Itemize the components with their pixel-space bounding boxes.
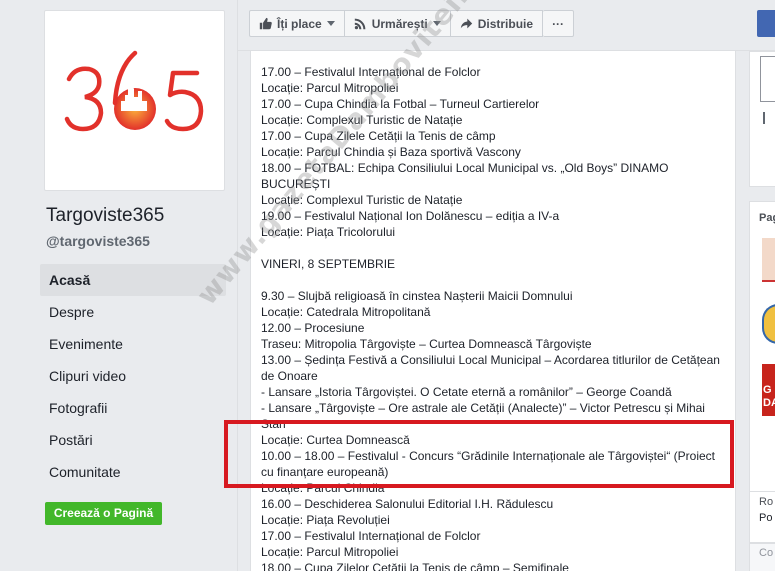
- post-line: 18.00 – FOTBAL: Echipa Consiliului Local…: [261, 161, 669, 175]
- post-line: 9.30 – Slujbă religioasă în cinstea Nașt…: [261, 289, 573, 303]
- right-card-sub: Po: [759, 512, 773, 524]
- page-thumb-2[interactable]: [762, 304, 775, 344]
- post-card: 17.00 – Festivalul Internațional de Folc…: [250, 51, 736, 571]
- post-line: cu finanțare europeană): [261, 465, 389, 479]
- post-line: 13.00 – Ședința Festivă a Consiliului Lo…: [261, 353, 720, 367]
- page-logo: [49, 15, 220, 186]
- post-line: BUCUREȘTI: [261, 177, 331, 191]
- page-action-bar: Îți place Urmărești Distribuie ···: [249, 10, 575, 37]
- post-line: 10.00 – 18.00 – Festivalul - Concurs “Gr…: [261, 449, 716, 463]
- post-line: 17.00 – Cupa Zilele Cetății la Tenis de …: [261, 129, 496, 143]
- nav-item-posts[interactable]: Postări: [40, 424, 226, 456]
- follow-label: Urmărești: [371, 16, 428, 31]
- thumbnail-frame: [760, 56, 775, 102]
- post-line: 18.00 – Cupa Zilelor Cetății la Tenis de…: [261, 561, 569, 571]
- post-line: Locație: Curtea Domnească: [261, 433, 410, 447]
- right-card-label: Ro: [759, 496, 774, 508]
- nav-item-videos[interactable]: Clipuri video: [40, 360, 226, 392]
- follow-button[interactable]: Urmărești: [344, 10, 451, 37]
- page-handle[interactable]: @targoviste365: [46, 233, 150, 249]
- more-options-button[interactable]: ···: [543, 10, 575, 37]
- nav-item-home[interactable]: Acasă: [40, 264, 226, 296]
- left-column: Targoviste365 @targoviste365 Acasă Despr…: [0, 0, 238, 571]
- post-line: Locație: Parcul Mitropoliei: [261, 81, 399, 95]
- right-card-top: [749, 51, 775, 187]
- post-line: Locație: Piața Tricolorului: [261, 225, 396, 239]
- post-line: Locație: Catedrala Mitropolitană: [261, 305, 431, 319]
- post-line: de Onoare: [261, 369, 318, 383]
- targoviste365-logo: [64, 50, 203, 131]
- post-line: Locație: Piața Revoluției: [261, 513, 390, 527]
- post-line: 17.00 – Festivalul Internațional de Folc…: [261, 65, 481, 79]
- post-line: 19.00 – Festivalul Național Ion Dolănesc…: [261, 209, 560, 223]
- right-card-info: Ro Po: [749, 491, 775, 543]
- post-line: Traseu: Mitropolia Târgoviște – Curtea D…: [261, 337, 592, 351]
- post-line: Locație: Parcul Chindia și Baza sportivă…: [261, 145, 521, 159]
- nav-item-about[interactable]: Despre: [40, 296, 226, 328]
- post-body: 17.00 – Festivalul Internațional de Folc…: [261, 64, 729, 571]
- like-label: Îți place: [277, 16, 322, 31]
- info-icon: [763, 112, 765, 124]
- right-card-bottom: Co: [749, 543, 775, 571]
- post-line: 16.00 – Deschiderea Salonului Editorial …: [261, 497, 554, 511]
- rss-icon: [354, 18, 366, 30]
- column-divider: [237, 0, 238, 571]
- page-thumb-3[interactable]: G DA: [762, 364, 775, 416]
- right-card-title: Pag: [759, 212, 775, 224]
- thumbs-up-icon: [259, 17, 272, 30]
- chevron-down-icon: [326, 21, 335, 26]
- right-card-pages: Pag GDA: [749, 201, 775, 533]
- post-line: Stan: [261, 417, 286, 431]
- right-column: Pag GDA Ro Po Co: [749, 51, 775, 571]
- post-line: 12.00 – Procesiune: [261, 321, 365, 335]
- page-nav: Acasă Despre Evenimente Clipuri video Fo…: [40, 264, 226, 488]
- nav-item-photos[interactable]: Fotografii: [40, 392, 226, 424]
- more-icon: ···: [552, 16, 565, 31]
- post-line: Locație: Complexul Turistic de Natație: [261, 193, 463, 207]
- chevron-down-icon: [432, 21, 441, 26]
- post-line: - Lansare „Istoria Târgoviștei. O Cetate…: [261, 385, 672, 399]
- nav-item-community[interactable]: Comunitate: [40, 456, 226, 488]
- primary-action-button[interactable]: [757, 10, 775, 37]
- nav-item-events[interactable]: Evenimente: [40, 328, 226, 360]
- post-line: VINERI, 8 SEPTEMBRIE: [261, 257, 396, 271]
- share-label: Distribuie: [477, 16, 534, 31]
- like-button[interactable]: Îți place: [249, 10, 345, 37]
- post-line: - Lansare „Târgoviște – Ore astrale ale …: [261, 401, 705, 415]
- share-button[interactable]: Distribuie: [450, 10, 544, 37]
- page-title[interactable]: Targoviste365: [46, 205, 164, 227]
- post-line: Locație: Parcul Mitropoliei: [261, 545, 399, 559]
- page-thumb-1[interactable]: [762, 238, 775, 282]
- share-arrow-icon: [460, 18, 472, 29]
- post-line: 17.00 – Cupa Chindia la Fotbal – Turneul…: [261, 97, 540, 111]
- page-profile-picture[interactable]: [44, 10, 225, 191]
- right-card-footer: Co: [759, 547, 774, 559]
- create-page-button[interactable]: Creează o Pagină: [45, 502, 162, 525]
- post-line: Locație: Parcul Chindia: [261, 481, 385, 495]
- post-line: 17.00 – Festivalul Internațional de Folc…: [261, 529, 481, 543]
- post-line: Locație: Complexul Turistic de Natație: [261, 113, 463, 127]
